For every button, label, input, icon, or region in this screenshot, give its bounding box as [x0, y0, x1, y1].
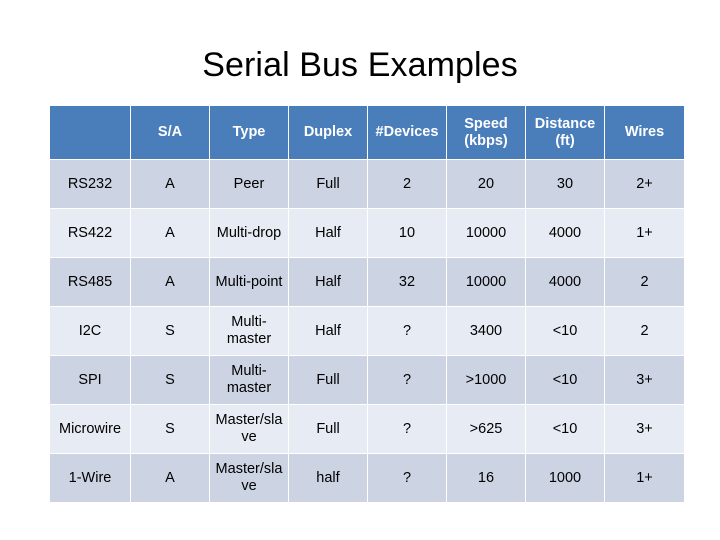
cell-bus-name: I2C	[50, 307, 130, 355]
cell-distance: 30	[526, 160, 604, 208]
serial-bus-table-container: S/A Type Duplex #Devices Speed (kbps) Di…	[49, 105, 685, 503]
cell-distance: 1000	[526, 454, 604, 502]
cell-type: Multi-point	[210, 258, 288, 306]
serial-bus-table: S/A Type Duplex #Devices Speed (kbps) Di…	[49, 105, 685, 503]
cell-devices: 10	[368, 209, 446, 257]
cell-duplex: Half	[289, 209, 367, 257]
cell-type: Peer	[210, 160, 288, 208]
table-body: RS232 A Peer Full 2 20 30 2+ RS422 A Mul…	[50, 160, 684, 502]
cell-bus-name: 1-Wire	[50, 454, 130, 502]
table-row: RS422 A Multi-drop Half 10 10000 4000 1+	[50, 209, 684, 257]
cell-sa: S	[131, 405, 209, 453]
cell-speed: 3400	[447, 307, 525, 355]
table-header: S/A Type Duplex #Devices Speed (kbps) Di…	[50, 106, 684, 159]
cell-distance: <10	[526, 307, 604, 355]
table-row: 1-Wire A Master/slave half ? 16 1000 1+	[50, 454, 684, 502]
cell-devices: ?	[368, 307, 446, 355]
cell-bus-name: Microwire	[50, 405, 130, 453]
cell-wires: 3+	[605, 356, 684, 404]
cell-duplex: Full	[289, 405, 367, 453]
cell-speed: 10000	[447, 209, 525, 257]
cell-wires: 1+	[605, 209, 684, 257]
cell-speed: >625	[447, 405, 525, 453]
cell-bus-name: RS422	[50, 209, 130, 257]
slide-canvas: Serial Bus Examples S/A Type Duplex #Dev…	[0, 0, 720, 540]
column-header-duplex: Duplex	[289, 106, 367, 159]
cell-sa: A	[131, 454, 209, 502]
cell-distance: 4000	[526, 209, 604, 257]
table-row: Microwire S Master/slave Full ? >625 <10…	[50, 405, 684, 453]
cell-duplex: Full	[289, 160, 367, 208]
cell-wires: 2	[605, 258, 684, 306]
column-header-wires: Wires	[605, 106, 684, 159]
table-row: SPI S Multi-master Full ? >1000 <10 3+	[50, 356, 684, 404]
cell-devices: ?	[368, 454, 446, 502]
column-header-bus	[50, 106, 130, 159]
table-header-row: S/A Type Duplex #Devices Speed (kbps) Di…	[50, 106, 684, 159]
cell-sa: S	[131, 356, 209, 404]
cell-devices: ?	[368, 356, 446, 404]
cell-wires: 3+	[605, 405, 684, 453]
cell-speed: 10000	[447, 258, 525, 306]
column-header-type: Type	[210, 106, 288, 159]
table-row: RS485 A Multi-point Half 32 10000 4000 2	[50, 258, 684, 306]
cell-type: Multi-drop	[210, 209, 288, 257]
cell-duplex: Half	[289, 258, 367, 306]
cell-devices: 32	[368, 258, 446, 306]
column-header-sa: S/A	[131, 106, 209, 159]
cell-sa: S	[131, 307, 209, 355]
cell-devices: ?	[368, 405, 446, 453]
cell-wires: 2	[605, 307, 684, 355]
page-title: Serial Bus Examples	[202, 46, 518, 84]
cell-distance: 4000	[526, 258, 604, 306]
table-row: I2C S Multi-master Half ? 3400 <10 2	[50, 307, 684, 355]
cell-sa: A	[131, 258, 209, 306]
cell-speed: 16	[447, 454, 525, 502]
cell-sa: A	[131, 209, 209, 257]
cell-bus-name: RS232	[50, 160, 130, 208]
cell-duplex: Full	[289, 356, 367, 404]
cell-distance: <10	[526, 356, 604, 404]
cell-wires: 2+	[605, 160, 684, 208]
cell-devices: 2	[368, 160, 446, 208]
cell-sa: A	[131, 160, 209, 208]
cell-distance: <10	[526, 405, 604, 453]
cell-type: Multi-master	[210, 356, 288, 404]
table-row: RS232 A Peer Full 2 20 30 2+	[50, 160, 684, 208]
cell-bus-name: SPI	[50, 356, 130, 404]
cell-type: Master/slave	[210, 405, 288, 453]
cell-duplex: Half	[289, 307, 367, 355]
cell-speed: 20	[447, 160, 525, 208]
column-header-distance: Distance (ft)	[526, 106, 604, 159]
column-header-speed: Speed (kbps)	[447, 106, 525, 159]
cell-type: Multi-master	[210, 307, 288, 355]
column-header-devices: #Devices	[368, 106, 446, 159]
cell-speed: >1000	[447, 356, 525, 404]
cell-type: Master/slave	[210, 454, 288, 502]
cell-wires: 1+	[605, 454, 684, 502]
cell-bus-name: RS485	[50, 258, 130, 306]
cell-duplex: half	[289, 454, 367, 502]
